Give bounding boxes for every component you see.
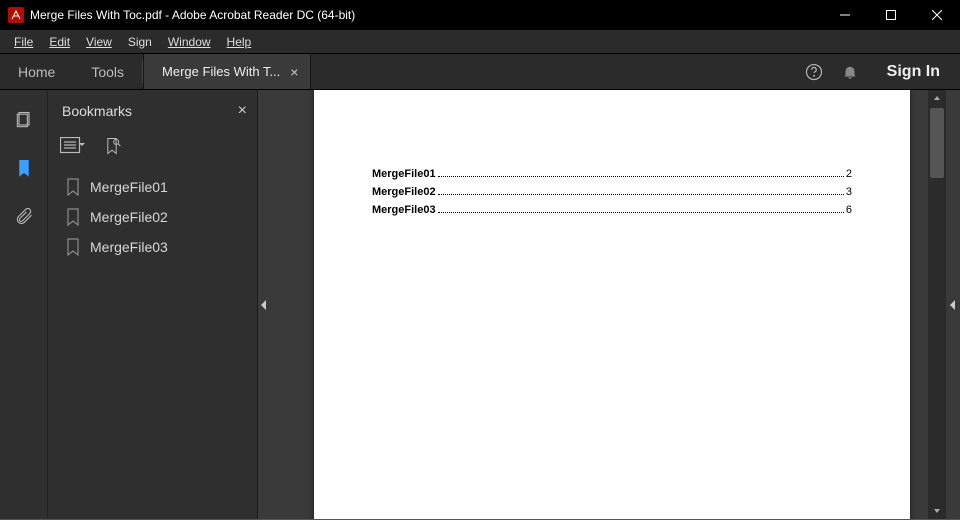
toc-leader-dots [438, 206, 844, 213]
bookmarks-icon[interactable] [12, 156, 36, 180]
bookmarks-find-icon[interactable] [102, 136, 122, 156]
toc-entry-page: 6 [846, 204, 852, 216]
toc-entry-page: 2 [846, 168, 852, 180]
document-viewer: MergeFile01 2 MergeFile02 3 MergeFile03 … [270, 90, 960, 519]
toc-leader-dots [438, 188, 844, 195]
bookmark-label: MergeFile02 [90, 209, 168, 225]
pdf-page: MergeFile01 2 MergeFile02 3 MergeFile03 … [314, 90, 910, 519]
vertical-scrollbar[interactable] [928, 90, 946, 519]
bookmarks-title: Bookmarks [62, 103, 238, 119]
bookmarks-panel: Bookmarks × MergeFile01 MergeFile02 [48, 90, 258, 519]
scroll-thumb[interactable] [930, 108, 944, 178]
tab-home[interactable]: Home [0, 54, 73, 89]
menubar: File Edit View Sign Window Help [0, 30, 960, 54]
scroll-down-icon[interactable] [928, 503, 946, 519]
maximize-button[interactable] [868, 0, 914, 30]
left-rail [0, 90, 48, 519]
minimize-button[interactable] [822, 0, 868, 30]
bookmarks-list: MergeFile01 MergeFile02 MergeFile03 [48, 168, 257, 262]
tab-close-icon[interactable]: × [290, 64, 298, 80]
bookmark-item[interactable]: MergeFile01 [62, 172, 257, 202]
toc-entry-name: MergeFile02 [372, 186, 436, 198]
app-icon [8, 7, 24, 23]
bookmark-ribbon-icon [66, 178, 80, 196]
bookmark-ribbon-icon [66, 238, 80, 256]
toc-row: MergeFile02 3 [372, 186, 852, 198]
page-container[interactable]: MergeFile01 2 MergeFile02 3 MergeFile03 … [296, 90, 928, 519]
collapse-left-handle[interactable] [258, 90, 270, 519]
toc-entry-page: 3 [846, 186, 852, 198]
bell-icon[interactable] [841, 63, 859, 81]
toc-row: MergeFile01 2 [372, 168, 852, 180]
menu-view[interactable]: View [78, 33, 120, 51]
window-title: Merge Files With Toc.pdf - Adobe Acrobat… [30, 8, 822, 22]
toc-row: MergeFile03 6 [372, 204, 852, 216]
tab-document-label: Merge Files With T... [162, 64, 280, 79]
bookmarks-close-icon[interactable]: × [238, 102, 247, 120]
bookmark-label: MergeFile01 [90, 179, 168, 195]
toc-entry-name: MergeFile01 [372, 168, 436, 180]
toc-entry-name: MergeFile03 [372, 204, 436, 216]
menu-window[interactable]: Window [160, 33, 219, 51]
menu-help[interactable]: Help [219, 33, 260, 51]
collapse-right-handle[interactable] [946, 90, 960, 519]
app-window: Merge Files With Toc.pdf - Adobe Acrobat… [0, 0, 960, 520]
toc-leader-dots [438, 170, 844, 177]
titlebar: Merge Files With Toc.pdf - Adobe Acrobat… [0, 0, 960, 30]
menu-edit[interactable]: Edit [41, 33, 78, 51]
attachments-icon[interactable] [12, 204, 36, 228]
bookmarks-header: Bookmarks × [48, 90, 257, 132]
bookmarks-options-icon[interactable] [60, 137, 86, 155]
scroll-track[interactable] [928, 106, 946, 503]
menu-sign[interactable]: Sign [120, 33, 160, 51]
thumbnails-icon[interactable] [12, 108, 36, 132]
tab-document[interactable]: Merge Files With T... × [143, 54, 311, 89]
close-button[interactable] [914, 0, 960, 30]
sign-in-button[interactable]: Sign In [877, 63, 950, 81]
bookmark-ribbon-icon [66, 208, 80, 226]
window-controls [822, 0, 960, 30]
menu-file[interactable]: File [6, 33, 41, 51]
main-area: Bookmarks × MergeFile01 MergeFile02 [0, 90, 960, 519]
scroll-up-icon[interactable] [928, 90, 946, 106]
bookmark-item[interactable]: MergeFile02 [62, 202, 257, 232]
tab-tools[interactable]: Tools [73, 54, 142, 89]
bookmark-label: MergeFile03 [90, 239, 168, 255]
bookmarks-toolbar [48, 132, 257, 168]
viewer-gutter [270, 90, 296, 519]
tabbar: Home Tools Merge Files With T... × Sign … [0, 54, 960, 90]
bookmark-item[interactable]: MergeFile03 [62, 232, 257, 262]
help-icon[interactable] [805, 63, 823, 81]
